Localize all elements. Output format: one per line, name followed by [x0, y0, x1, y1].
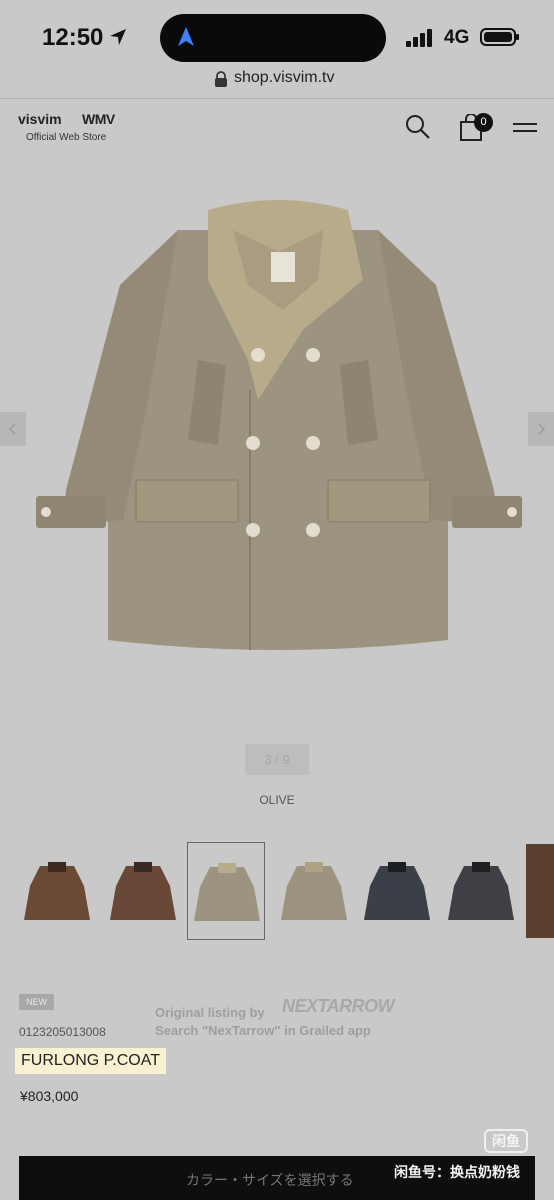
dynamic-island-navigation-icon [178, 27, 194, 46]
product-title: FURLONG P.COAT [15, 1048, 166, 1074]
search-icon[interactable] [405, 114, 431, 140]
carousel-next-button[interactable] [528, 412, 554, 446]
location-arrow-icon [110, 29, 126, 45]
chevron-left-icon [8, 423, 16, 435]
battery-icon [480, 28, 519, 46]
carousel-prev-button[interactable] [0, 412, 26, 446]
coat-thumbnail-image [448, 862, 514, 920]
watermark-logo: NEXTARROW [282, 996, 395, 1016]
watermark-subtext: Search "NexTarrow" in Grailed app [155, 1023, 371, 1038]
xianyu-app-logo: 闲鱼 [484, 1129, 528, 1153]
brand-logo[interactable]: visvim [18, 111, 62, 127]
lock-icon [215, 71, 227, 87]
status-time: 12:50 [42, 24, 104, 51]
new-badge: NEW [19, 994, 54, 1010]
thumbnail-brown[interactable] [18, 842, 96, 940]
url-text[interactable]: shop.visvim.tv [234, 69, 334, 87]
thumbnail-olive-selected[interactable] [187, 842, 265, 940]
coat-thumbnail-image [281, 862, 347, 920]
image-pager: 3 / 9 [245, 744, 309, 775]
network-type: 4G [444, 27, 470, 48]
product-sku: 0123205013008 [19, 1025, 106, 1039]
signal-bars-icon [406, 29, 432, 47]
chevron-right-icon [538, 423, 546, 435]
select-color-size-label: カラー・サイズを選択する [186, 1172, 354, 1188]
coat-thumbnail-image [24, 862, 90, 920]
cart-count-badge: 0 [474, 113, 493, 132]
brand-logo-secondary[interactable]: WMV [82, 111, 115, 127]
brand-subtitle: Official Web Store [26, 132, 107, 143]
coat-thumbnail-image [110, 862, 176, 920]
thumbnail-olive-2[interactable] [275, 842, 353, 940]
thumbnail-partial[interactable] [524, 842, 554, 940]
hamburger-menu-icon[interactable] [512, 118, 538, 136]
thumbnail-charcoal[interactable] [442, 842, 520, 940]
header-divider [0, 98, 554, 99]
coat-thumbnail-image [194, 863, 260, 921]
thumbnail-navy[interactable] [358, 842, 436, 940]
color-thumbnails [0, 842, 554, 940]
product-price: ¥803,000 [20, 1088, 79, 1104]
watermark-text: Original listing by [155, 1005, 265, 1020]
seller-id-overlay: 闲鱼号：换点奶粉钱 [394, 1164, 520, 1180]
color-label: OLIVE [259, 793, 295, 807]
thumbnail-brown-2[interactable] [104, 842, 182, 940]
coat-thumbnail-image [364, 862, 430, 920]
product-image[interactable] [28, 190, 528, 680]
coat-thumbnail-image [526, 844, 554, 938]
